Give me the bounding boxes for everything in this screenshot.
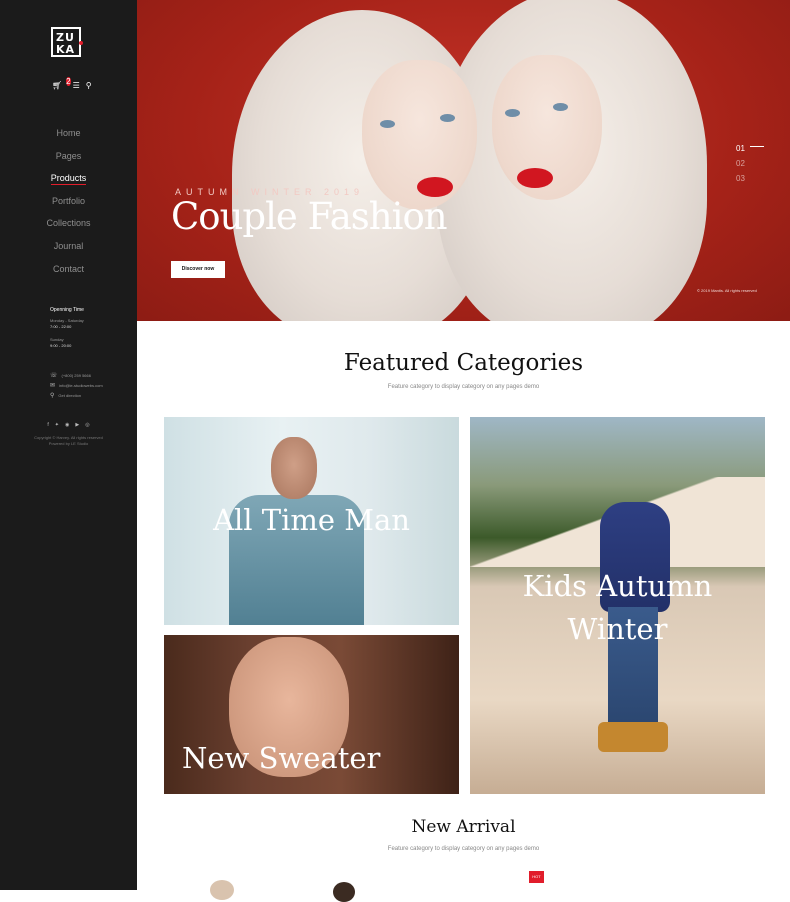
hero-lips — [517, 168, 553, 188]
hero-rights: © 2019 Mantis. All rights reserved — [697, 288, 757, 293]
featured-title: Featured Categories — [343, 350, 584, 376]
category-tile-all-time-man[interactable]: All Time Man — [164, 417, 459, 625]
copyright: Copyright © Harvey. All rights reserved … — [34, 435, 103, 446]
hero-eye — [505, 109, 520, 117]
pinterest-icon[interactable]: ◉ — [65, 422, 69, 428]
youtube-icon[interactable]: ▶ — [75, 422, 79, 428]
contact-info: ☏ (+800) 259 5666 ✉ info@le-studiowebs.com… — [50, 370, 103, 400]
hero-lips — [417, 177, 453, 197]
hot-badge: HOT — [529, 871, 544, 883]
opening-time: Openning Time Monday - Saturday 7:00 - 2… — [50, 307, 84, 349]
slide-dot-1[interactable]: 01 — [736, 141, 745, 156]
direction-row[interactable]: ⚲ Get direction — [50, 390, 103, 400]
nav-item-home[interactable]: Home — [0, 128, 137, 151]
phone-icon: ☏ — [50, 372, 58, 379]
hero-slider: AUTUMN WINTER 2019 Couple Fashion Discov… — [137, 0, 790, 321]
slide-dot-3[interactable]: 03 — [736, 171, 745, 186]
nav-item-portfolio[interactable]: Portfolio — [0, 196, 137, 219]
featured-subtitle: Feature category to display category on … — [387, 384, 540, 390]
main-nav: Home Pages Products Portfolio Collection… — [0, 128, 137, 286]
twitter-icon[interactable]: ✦ — [55, 422, 59, 428]
category-tile-new-sweater[interactable]: New Sweater — [164, 635, 459, 794]
hero-eye — [440, 114, 455, 122]
new-arrival-title: New Arrival — [411, 817, 516, 837]
active-slide-line — [750, 146, 764, 147]
logo-line-2: KA — [56, 43, 76, 56]
dribbble-icon[interactable]: ◎ — [85, 422, 89, 428]
facebook-icon[interactable]: f — [47, 422, 48, 428]
logo[interactable]: ZU KA — [51, 27, 83, 57]
tile-title: New Sweater — [182, 741, 381, 775]
kid-boots — [598, 722, 668, 752]
nav-item-journal[interactable]: Journal — [0, 241, 137, 264]
tile-title: Kids Autumn Winter — [522, 569, 713, 646]
header-icons: 🛒︎ 2 ☰ ⚲ — [52, 77, 92, 91]
category-tile-kids-autumn-winter[interactable]: Kids Autumn Winter — [470, 417, 765, 794]
product-image[interactable] — [333, 882, 355, 902]
phone-row[interactable]: ☏ (+800) 259 5666 — [50, 370, 103, 380]
location-pin-icon: ⚲ — [50, 392, 55, 399]
sunday-hours: 9:00 - 20:00 — [50, 343, 72, 348]
logo-dot — [79, 41, 83, 45]
email-row[interactable]: ✉ info@le-studiowebs.com — [50, 380, 103, 390]
new-arrival-subtitle: Feature category to display category on … — [387, 846, 540, 852]
discover-button[interactable]: Discover now — [171, 261, 225, 278]
man-head — [271, 437, 317, 499]
slide-dot-2[interactable]: 02 — [736, 156, 745, 171]
hero-title: Couple Fashion — [171, 195, 448, 238]
hero-eye — [380, 120, 395, 128]
menu-icon[interactable]: ☰ — [73, 81, 80, 91]
logo-line-1: ZU — [56, 31, 75, 44]
nav-item-pages[interactable]: Pages — [0, 151, 137, 174]
social-links: f ✦ ◉ ▶ ◎ — [0, 422, 137, 428]
cart-icon[interactable]: 🛒︎ 2 — [52, 77, 71, 91]
nav-item-contact[interactable]: Contact — [0, 264, 137, 287]
nav-item-collections[interactable]: Collections — [0, 218, 137, 241]
search-icon[interactable]: ⚲ — [86, 81, 92, 91]
opening-title: Openning Time — [50, 307, 84, 313]
mail-icon: ✉ — [50, 382, 56, 389]
hero-eye — [553, 103, 568, 111]
cart-count-badge: 2 — [66, 77, 71, 86]
tile-title: All Time Man — [213, 503, 410, 537]
sidebar: ZU KA 🛒︎ 2 ☰ ⚲ Home Pages Products Portfo… — [0, 0, 137, 890]
nav-item-products[interactable]: Products — [0, 173, 137, 196]
product-image[interactable] — [210, 880, 234, 900]
slide-pagination: 01 02 03 — [736, 141, 764, 186]
